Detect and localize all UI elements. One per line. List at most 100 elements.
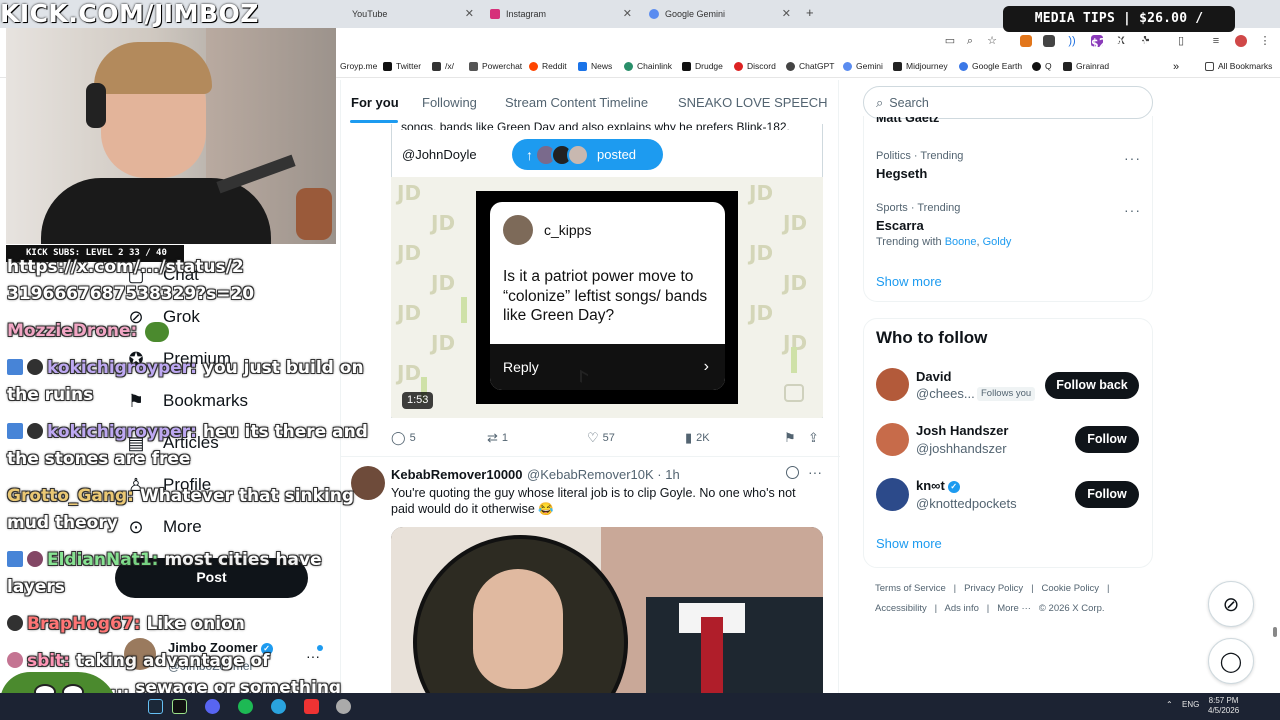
media-tips-overlay: MEDIA TIPS | $26.00 / $200.00 <box>1003 6 1235 52</box>
tab-search-icon[interactable]: ≡ <box>1210 35 1222 47</box>
bookmark-item[interactable]: ChatGPT <box>786 61 834 71</box>
bookmark-item[interactable]: Grainrad <box>1063 61 1109 71</box>
bookmark-item[interactable]: Reddit <box>529 61 567 71</box>
follow-user-name[interactable]: Josh Handszer <box>916 423 1008 438</box>
footer-link[interactable]: Cookie Policy <box>1042 583 1100 594</box>
tweet-image[interactable] <box>391 527 823 695</box>
avatar[interactable] <box>876 478 909 511</box>
follow-button[interactable]: Follow <box>1075 426 1139 453</box>
quoted-handle[interactable]: @JohnDoyle <box>402 147 477 162</box>
bookmark-item[interactable]: Midjourney <box>893 61 948 71</box>
bookmark-item[interactable]: Twitter <box>383 61 421 71</box>
trending-with-link[interactable]: Goldy <box>983 236 1012 248</box>
grok-icon[interactable] <box>786 466 799 479</box>
spotify-icon[interactable] <box>238 699 253 714</box>
new-tab-button[interactable]: + <box>806 5 814 20</box>
trend-name[interactable]: Escarra <box>876 218 924 233</box>
show-more-follow-link[interactable]: Show more <box>876 536 942 551</box>
messages-fab-button[interactable]: ◯ <box>1208 638 1254 684</box>
views-button[interactable]: ▮ 2K <box>685 430 710 446</box>
bookmark-item[interactable]: Discord <box>734 61 776 71</box>
trend-name[interactable]: Hegseth <box>876 166 927 181</box>
emote-icon <box>7 615 23 631</box>
bookmark-item[interactable]: /x/ <box>432 61 454 71</box>
bookmark-item[interactable]: Groyp.me <box>340 61 377 71</box>
telegram-icon[interactable] <box>271 699 286 714</box>
bookmark-item[interactable]: Gemini <box>843 61 883 71</box>
split-view-icon[interactable]: ▯ <box>1175 35 1187 47</box>
trending-with-link[interactable]: Boone <box>945 236 977 248</box>
chat-line: kokichigroyper: heu its there and <box>7 421 368 443</box>
tab-youtube[interactable]: YouTube ✕ <box>352 4 474 24</box>
discord-icon[interactable] <box>205 699 220 714</box>
tab-gemini[interactable]: Google Gemini ✕ <box>649 4 791 24</box>
bookmarks-overflow-button[interactable]: » <box>1173 61 1179 73</box>
tab-for-you[interactable]: For you <box>351 95 399 110</box>
star-icon[interactable]: ☆ <box>986 35 998 47</box>
tab-instagram[interactable]: Instagram ✕ <box>490 4 632 24</box>
tweet-author-handle[interactable]: @KebabRemover10K · 1h <box>527 467 680 482</box>
tray-chevron-icon[interactable]: ⌃ <box>1166 700 1173 709</box>
avatar[interactable] <box>351 466 385 500</box>
grok-fab-button[interactable]: ⊘ <box>1208 581 1254 627</box>
avatar[interactable] <box>876 368 909 401</box>
close-icon[interactable]: ✕ <box>623 7 632 20</box>
more-options-icon[interactable]: ··· <box>808 464 822 480</box>
cast-icon[interactable]: ▭ <box>944 35 956 47</box>
language-indicator[interactable]: ENG <box>1182 700 1199 709</box>
all-bookmarks[interactable]: All Bookmarks <box>1205 61 1272 71</box>
bookmark-item[interactable]: Google Earth <box>959 61 1022 71</box>
like-button[interactable]: ♡ 57 <box>587 430 615 446</box>
steam-icon[interactable] <box>148 699 163 714</box>
tab-following[interactable]: Following <box>422 95 477 110</box>
close-icon[interactable]: ✕ <box>465 7 474 20</box>
footer-link[interactable]: Ads info <box>945 603 979 614</box>
metamask-icon[interactable] <box>1020 35 1032 47</box>
terminal-icon[interactable] <box>172 699 187 714</box>
bookmark-button[interactable]: ⚑ <box>784 430 800 446</box>
extension-icon[interactable]: )) <box>1066 35 1078 47</box>
new-posts-pill[interactable]: ↑ posted <box>512 139 663 170</box>
repost-button[interactable]: ⇄ 1 <box>487 430 508 446</box>
follow-user-name-text: kn∞t <box>916 478 945 493</box>
picture-in-picture-icon[interactable] <box>784 384 804 402</box>
nav-bookmarks[interactable]: ⚑ Bookmarks <box>126 391 248 411</box>
close-icon[interactable]: ✕ <box>782 7 791 20</box>
avatar[interactable] <box>876 423 909 456</box>
zoom-icon[interactable]: ⌕ <box>964 35 976 47</box>
footer-link[interactable]: Accessibility <box>875 603 927 614</box>
profile-avatar-icon[interactable] <box>1235 35 1247 47</box>
shield-icon[interactable] <box>1043 35 1055 47</box>
search-input[interactable]: ⌕ Search <box>863 86 1153 119</box>
scrollbar-thumb[interactable] <box>1273 627 1277 637</box>
follow-user-name[interactable]: kn∞t ✓ <box>916 478 960 493</box>
tweet-author-name[interactable]: KebabRemover10000 <box>391 467 523 482</box>
video-pattern: JD <box>783 271 808 295</box>
chatgpt-icon <box>786 61 795 71</box>
follow-back-button[interactable]: Follow back <box>1045 372 1139 399</box>
footer-link[interactable]: Privacy Policy <box>964 583 1023 594</box>
follow-button[interactable]: Follow <box>1075 481 1139 508</box>
share-button[interactable]: ⇪ <box>808 430 823 446</box>
bookmark-item[interactable]: Chainlink <box>624 61 672 71</box>
follow-user-name[interactable]: David <box>916 369 951 384</box>
bookmark-item[interactable]: Q <box>1032 61 1052 71</box>
footer-link[interactable]: More ··· <box>997 603 1031 614</box>
follows-you-badge: Follows you <box>977 387 1036 401</box>
nav-more[interactable]: ⊙ More <box>126 517 201 537</box>
app-icon[interactable] <box>336 699 351 714</box>
reply-button[interactable]: ◯ 5 <box>391 430 416 446</box>
show-more-trends-link[interactable]: Show more <box>876 274 942 289</box>
bookmark-item[interactable]: News <box>578 61 612 71</box>
clock[interactable]: 8:57 PM 4/5/2026 <box>1208 696 1239 716</box>
tab-sneako[interactable]: SNEAKO LOVE SPEECH <box>678 95 828 110</box>
tab-stream-content[interactable]: Stream Content Timeline <box>505 95 648 110</box>
more-options-icon[interactable]: ··· <box>1124 202 1141 218</box>
menu-icon[interactable]: ⋮ <box>1259 35 1271 47</box>
more-options-icon[interactable]: ··· <box>1124 150 1141 166</box>
trend-name[interactable]: Matt Gaetz <box>876 117 939 126</box>
bookmark-item[interactable]: Drudge <box>682 61 723 71</box>
app-icon[interactable] <box>304 699 319 714</box>
footer-link[interactable]: Terms of Service <box>875 583 946 594</box>
bookmark-item[interactable]: Powerchat <box>469 61 522 71</box>
